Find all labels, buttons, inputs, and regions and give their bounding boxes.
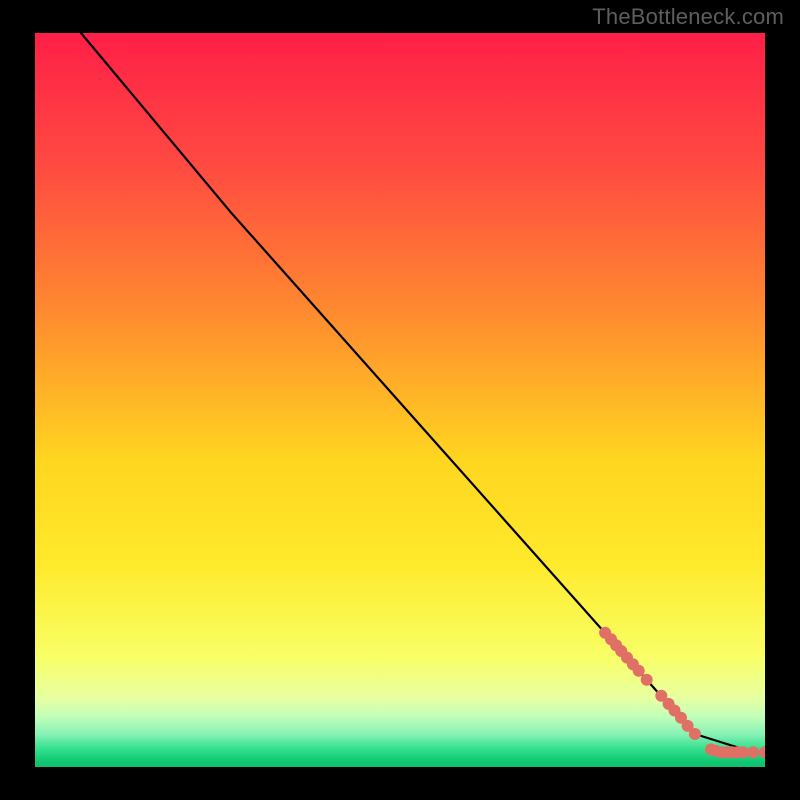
scatter-point [689, 728, 701, 740]
watermark-link[interactable]: TheBottleneck.com [592, 4, 784, 30]
scatter-point [633, 665, 645, 677]
scatter-point [641, 674, 653, 686]
plot-svg [0, 0, 800, 800]
plot-background [35, 33, 765, 767]
scatter-point [747, 746, 759, 758]
chart-stage: TheBottleneck.com [0, 0, 800, 800]
